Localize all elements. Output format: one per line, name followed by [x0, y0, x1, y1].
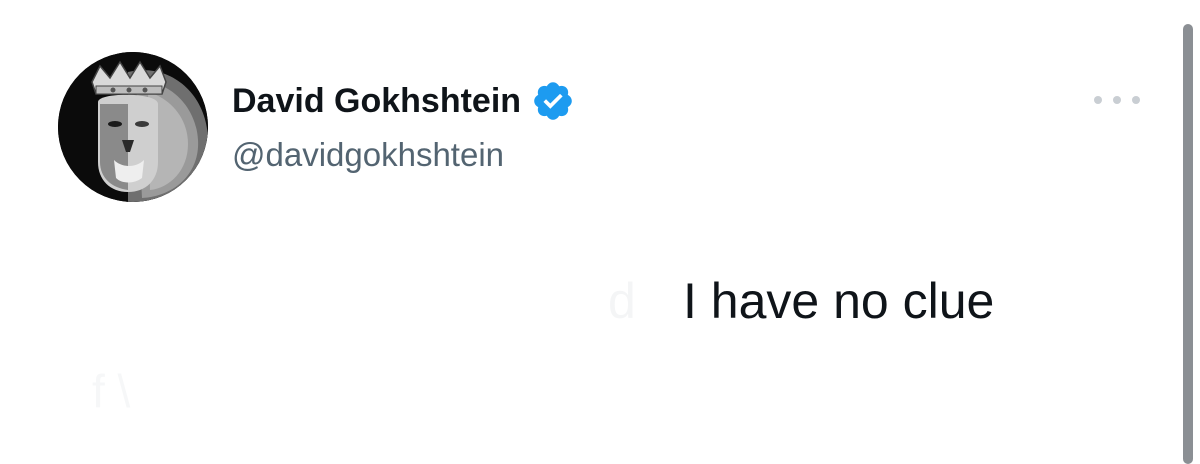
avatar[interactable] — [58, 52, 208, 202]
author-name-row[interactable]: David Gokhshtein — [232, 80, 575, 122]
author-handle[interactable]: @davidgokhshtein — [232, 136, 504, 174]
more-options-button[interactable] — [1094, 90, 1140, 110]
verified-badge-icon — [531, 79, 575, 123]
tweet-text: I have no clue — [683, 273, 995, 329]
scrollbar-thumb[interactable] — [1183, 24, 1193, 464]
lion-king-avatar-icon — [58, 52, 208, 202]
author-display-name[interactable]: David Gokhshtein — [232, 82, 521, 121]
tweet-text-faded-line: f \ — [92, 365, 131, 417]
more-dots-icon — [1113, 96, 1121, 104]
tweet-text-faded: d — [608, 273, 636, 329]
more-dots-icon — [1132, 96, 1140, 104]
more-dots-icon — [1094, 96, 1102, 104]
tweet-card: David Gokhshtein @davidgokhshtein d I ha… — [0, 0, 1200, 464]
